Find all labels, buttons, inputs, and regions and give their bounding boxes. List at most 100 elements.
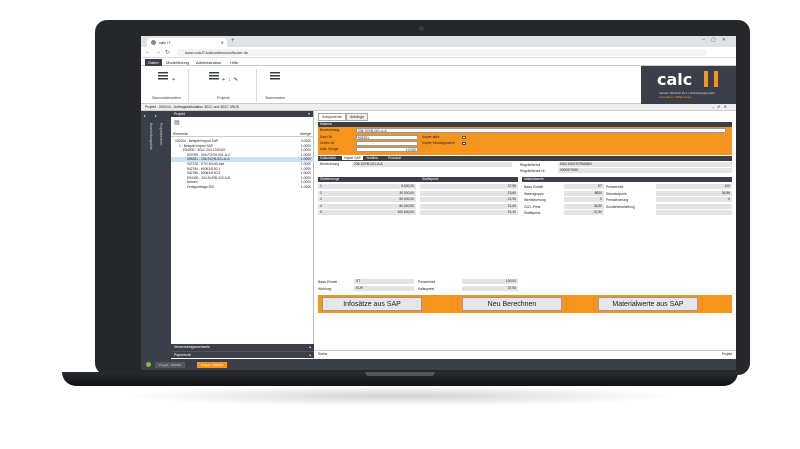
staffel-menge-cell[interactable]: 50.000,00 [332,197,416,202]
infosaetze-aus-sap-button[interactable]: Infosätze aus SAP [322,297,422,311]
staffel-n-cell[interactable]: 3 [318,197,332,202]
tree-row-label: 542784 - 600634150-1 [187,166,221,171]
screen: calc IT ✕ + –▢✕ ← → ↻ www.calcIT-kalkula… [141,36,736,370]
staffel-preis-cell[interactable]: 21,60 [420,203,518,209]
ribbon-group-projekte[interactable]: + ↕ ✎ Projekte [191,69,257,102]
tree-row-label: 1 - Beispiel Import SAP [179,143,214,148]
ribbon-group-stammdaten[interactable]: Stammdaten [259,69,291,102]
materialwert-label: Preiseinheit [606,185,624,189]
materialwert-value[interactable]: 100 [656,184,732,189]
reload-icon[interactable]: ↻ [165,49,170,56]
staffel-n-cell[interactable]: 4 [318,203,332,209]
einheit-label: Preiseinheit [418,280,436,284]
add-icon[interactable]: + [172,77,175,83]
neu-berechnen-button[interactable]: Neu Berechnen [462,297,562,311]
tree-row-label: 505251 - 236-SCH6-001-A-A [187,157,230,162]
statusbar: Projekt - 000182 Projekt - 000104 [141,359,736,370]
user-line[interactable]: Anmelden | Willkommen [659,95,691,99]
laptop-shadow [120,386,680,406]
staffel-menge-cell[interactable]: 5.000,00 [332,184,416,189]
url-input[interactable]: www.calcIT-kalkulationssoftware.de [177,49,707,56]
expand-icon[interactable]: ▴ [309,353,311,357]
subtab-import-sap[interactable]: Import SAP [342,156,363,160]
regellieferant-value: MAX.MUSTERMANN [558,162,732,167]
kopfer-aktiv-checkbox[interactable] [462,135,466,139]
staffel-preis-cell[interactable]: 23,60 [420,190,518,196]
tab-anhaenge[interactable]: Anhänge [346,113,369,121]
staffel-menge-cell[interactable]: 30.000,00 [332,190,416,196]
footer-projekt[interactable]: Projekt [722,352,732,356]
project-tree-panel: Projekt ▾ ▤ Elemente Menge 000104 - Beisp… [171,111,314,359]
materialwert-value[interactable]: 36,56 [656,190,732,196]
einheit-value[interactable]: ST [354,279,414,284]
col-menge[interactable]: Menge [300,132,311,136]
address-bar-row: ← → ↻ www.calcIT-kalkulationssoftware.de [141,47,736,58]
ribbon-group-stammdatenzeilen[interactable]: + Stammdatenzeilen [145,69,189,102]
new-tab-icon[interactable]: + [231,38,235,44]
materialwert-value[interactable]: 8620 [564,190,604,196]
subtab-protokoll[interactable]: Protokoll [388,156,401,160]
project-window-controls[interactable]: –✔✕ [712,104,730,109]
sachnr-field[interactable]: 505251 [356,135,418,140]
materialwert-value[interactable]: 0 [564,197,604,202]
statusbar-tab-project-2[interactable]: Projekt - 000104 [197,362,228,368]
staffel-menge-cell[interactable]: 80.000,00 [332,203,416,209]
bezeichnung-field[interactable]: 236-SCH6-001-A-A [356,128,726,133]
einheit-value[interactable]: EUR [354,286,414,291]
document-icon[interactable]: ▤ [174,119,180,126]
materialwert-value[interactable] [656,210,732,215]
label-sap-bezeichnung: Bezeichnung [320,162,340,166]
tree-menu-icon[interactable]: ▾ [308,112,310,116]
staffel-preis-cell[interactable]: 37,50 [420,184,518,189]
staffel-n-cell[interactable]: 1 [318,184,332,189]
close-tab-icon[interactable]: ✕ [221,40,224,45]
staffel-preis-cell[interactable]: 21,40 [420,210,518,215]
label-bezeichnung: Bezeichnung [320,128,340,132]
staffel-n-cell[interactable]: 2 [318,190,332,196]
back-icon[interactable]: ← [145,49,151,55]
einheit-value[interactable]: 100,00 [462,279,518,284]
label-kopfer-aktiv: Kopfer aktiv [422,135,440,139]
materialwerte-aus-sap-button[interactable]: Materialwerte aus SAP [598,297,698,311]
panel-label: Verwendungsnachweis [174,345,210,349]
materialwert-value[interactable]: 37,50 [564,210,604,215]
col-elemente[interactable]: Elemente [173,132,188,136]
move-icon[interactable]: ↕ [228,77,231,83]
kalk-menge-field[interactable]: 10.000 [356,147,418,152]
expand-icon[interactable]: ▴ [309,345,311,349]
forward-icon[interactable]: → [155,49,161,55]
window-controls[interactable]: –▢✕ [702,37,732,43]
statusbar-tab-project-1[interactable]: Projekt - 000182 [155,362,186,368]
add-icon[interactable]: + [222,77,225,83]
sidebar-tab-projektbereich[interactable]: Projektbereich [157,123,164,145]
materialwert-value[interactable]: ST [564,184,604,189]
tab-komponente[interactable]: Komponente [318,113,346,121]
subtab-textilien[interactable]: Textilien [366,156,378,160]
staffel-n-cell[interactable]: 5 [318,210,332,215]
collapse-icon[interactable]: ▸ [144,113,146,118]
collapse-icon[interactable]: ▸ [155,113,157,118]
materialwert-value[interactable] [656,203,732,209]
subtab-kalkulation[interactable]: Kalkulation [320,156,336,160]
menu-administration[interactable]: Administration [193,59,224,66]
tree-row[interactable]: Fertigvorträge 300 1.0000 [171,185,314,190]
edit-icon[interactable]: ✎ [234,77,238,83]
panel-verwendungsnachweis[interactable]: Verwendungsnachweis ▴ [171,344,314,351]
menu-hilfe[interactable]: Hilfe [227,59,241,66]
einheit-value[interactable]: 37,50 [462,286,518,291]
staffel-preis-cell[interactable]: 21,90 [420,197,518,202]
menu-daten[interactable]: Daten [145,59,162,66]
footer-suche[interactable]: Suche [318,352,327,356]
materialwert-label: Preissteuerung [606,198,629,202]
kopfer-einsatz-checkbox[interactable] [462,141,466,145]
materialwert-value[interactable]: V [656,197,732,202]
sidebar-tab-bearbeitungsliste[interactable]: Bearbeitungsliste [147,123,154,150]
ribbon-label: Stammdaten [265,96,285,100]
label-regellieferant-nr: Regellieferant Nr [520,169,545,173]
menu-modellierung[interactable]: Modellierung [163,59,192,66]
zeichnr-field[interactable] [356,141,418,146]
staffel-menge-cell[interactable]: 100.000,00 [332,210,416,215]
panel-papierkorb[interactable]: Papierkorb ▴ [171,351,314,358]
browser-tab[interactable]: calc IT ✕ [147,38,227,47]
materialwert-value[interactable]: 36,50 [564,203,604,209]
